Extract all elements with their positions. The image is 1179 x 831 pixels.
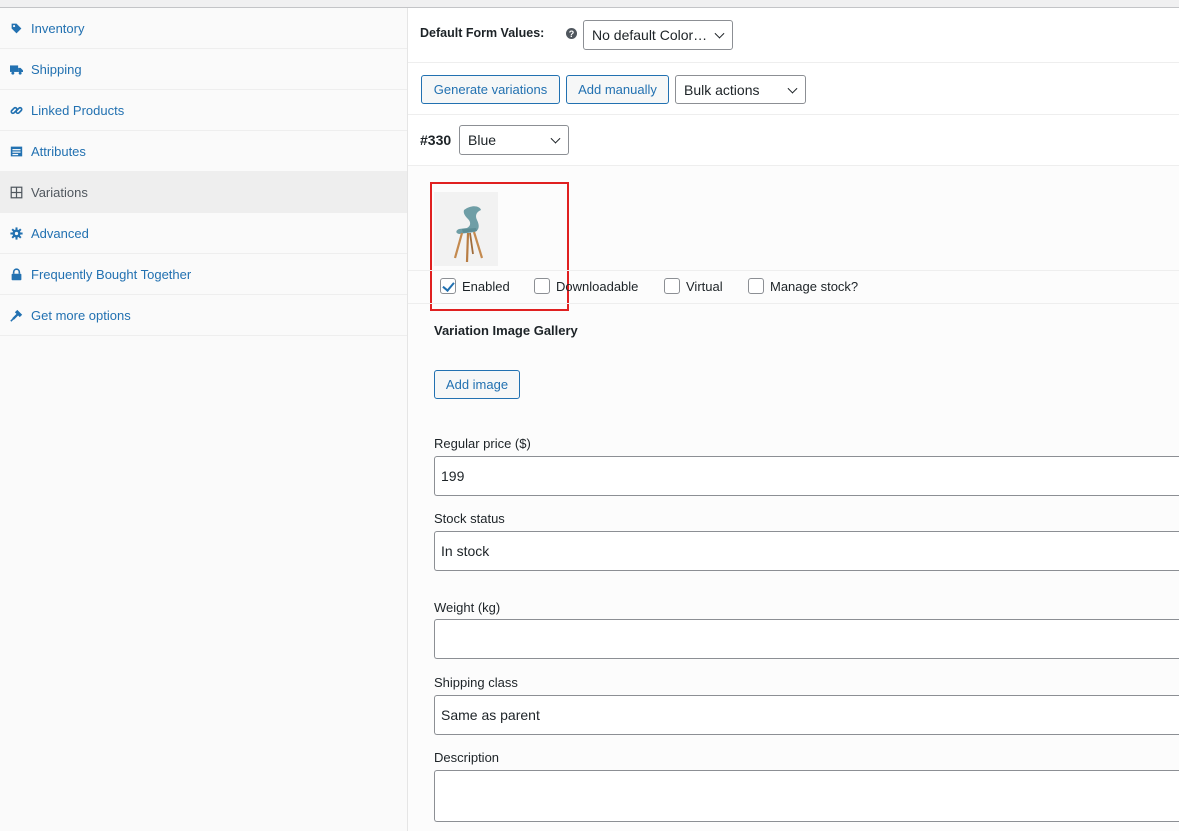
chair-image — [434, 192, 498, 266]
bulk-actions-value: Bulk actions — [684, 81, 760, 98]
plugin-icon — [9, 308, 23, 322]
default-color-select[interactable]: No default Color… — [583, 20, 733, 50]
add-image-button[interactable]: Add image — [434, 370, 520, 399]
variation-color-select[interactable]: Blue — [459, 125, 569, 155]
grid-icon — [9, 185, 23, 199]
variation-gallery-title: Variation Image Gallery — [434, 323, 578, 338]
chevron-down-icon — [787, 83, 798, 94]
tab-label: Get more options — [31, 307, 131, 323]
help-icon[interactable]: ? — [566, 28, 577, 39]
add-manually-button[interactable]: Add manually — [566, 75, 669, 104]
tab-variations[interactable]: Variations — [0, 172, 407, 213]
variation-actions-row: Generate variations Add manually Bulk ac… — [408, 63, 1179, 115]
downloadable-label: Downloadable — [556, 278, 639, 294]
tag-icon — [9, 21, 23, 35]
tab-inventory[interactable]: Inventory — [0, 8, 407, 49]
link-icon — [9, 103, 23, 117]
tab-label: Linked Products — [31, 102, 125, 118]
tab-label: Shipping — [31, 61, 82, 77]
chevron-down-icon — [714, 28, 725, 39]
checkbox-unchecked[interactable] — [534, 278, 550, 294]
virtual-label: Virtual — [686, 278, 723, 294]
bulk-actions-select[interactable]: Bulk actions — [675, 75, 806, 104]
chevron-down-icon — [550, 133, 561, 144]
downloadable-checkbox[interactable]: Downloadable — [534, 278, 638, 294]
checkbox-unchecked[interactable] — [664, 278, 680, 294]
default-form-values-label: Default Form Values: — [420, 26, 545, 40]
tab-label: Attributes — [31, 143, 86, 159]
generate-variations-button[interactable]: Generate variations — [421, 75, 560, 104]
tab-label: Advanced — [31, 225, 89, 241]
variation-image[interactable] — [430, 182, 569, 311]
tab-label: Inventory — [31, 20, 85, 36]
variation-id: #330 — [420, 132, 452, 148]
top-strip — [0, 0, 1179, 8]
variation-options-row: Enabled Downloadable Virtual Manage stoc… — [408, 270, 1179, 304]
variation-header[interactable]: #330 Blue — [408, 115, 1179, 166]
variation-body: Enabled Downloadable Virtual Manage stoc… — [408, 166, 1179, 831]
default-color-value: No default Color… — [592, 27, 708, 43]
regular-price-label: Regular price ($) — [434, 436, 531, 451]
gear-icon — [9, 226, 23, 240]
lock-icon — [9, 267, 23, 281]
shipping-class-label: Shipping class — [434, 675, 518, 690]
tab-label: Variations — [31, 184, 88, 200]
truck-icon — [9, 62, 23, 76]
stock-status-select[interactable]: In stock — [434, 531, 1179, 571]
list-icon — [9, 144, 23, 158]
tab-label: Frequently Bought Together — [31, 266, 192, 282]
tab-get-more-options[interactable]: Get more options — [0, 295, 407, 336]
tab-attributes[interactable]: Attributes — [0, 131, 407, 172]
regular-price-input[interactable]: 199 — [434, 456, 1179, 496]
weight-input[interactable] — [434, 619, 1179, 659]
manage-stock-checkbox[interactable]: Manage stock? — [748, 278, 858, 294]
variations-panel: Default Form Values: ? No default Color…… — [408, 8, 1179, 831]
stock-status-label: Stock status — [434, 511, 505, 526]
tab-advanced[interactable]: Advanced — [0, 213, 407, 254]
checkbox-unchecked[interactable] — [748, 278, 764, 294]
weight-label: Weight (kg) — [434, 600, 501, 615]
description-label: Description — [434, 750, 500, 765]
tab-frequently-bought-together[interactable]: Frequently Bought Together — [0, 254, 407, 295]
default-form-values-row: Default Form Values: ? No default Color… — [408, 8, 1179, 63]
tab-shipping[interactable]: Shipping — [0, 49, 407, 90]
enabled-checkbox[interactable]: Enabled — [440, 278, 510, 294]
checkbox-checked[interactable] — [440, 278, 456, 294]
enabled-label: Enabled — [462, 278, 510, 294]
virtual-checkbox[interactable]: Virtual — [664, 278, 723, 294]
shipping-class-select[interactable]: Same as parent — [434, 695, 1179, 735]
product-data-tabs: Inventory Shipping Linked Products Attri… — [0, 8, 408, 831]
variation-color-value: Blue — [468, 132, 497, 148]
manage-stock-label: Manage stock? — [770, 278, 859, 294]
tab-linked-products[interactable]: Linked Products — [0, 90, 407, 131]
description-textarea[interactable] — [434, 770, 1179, 822]
